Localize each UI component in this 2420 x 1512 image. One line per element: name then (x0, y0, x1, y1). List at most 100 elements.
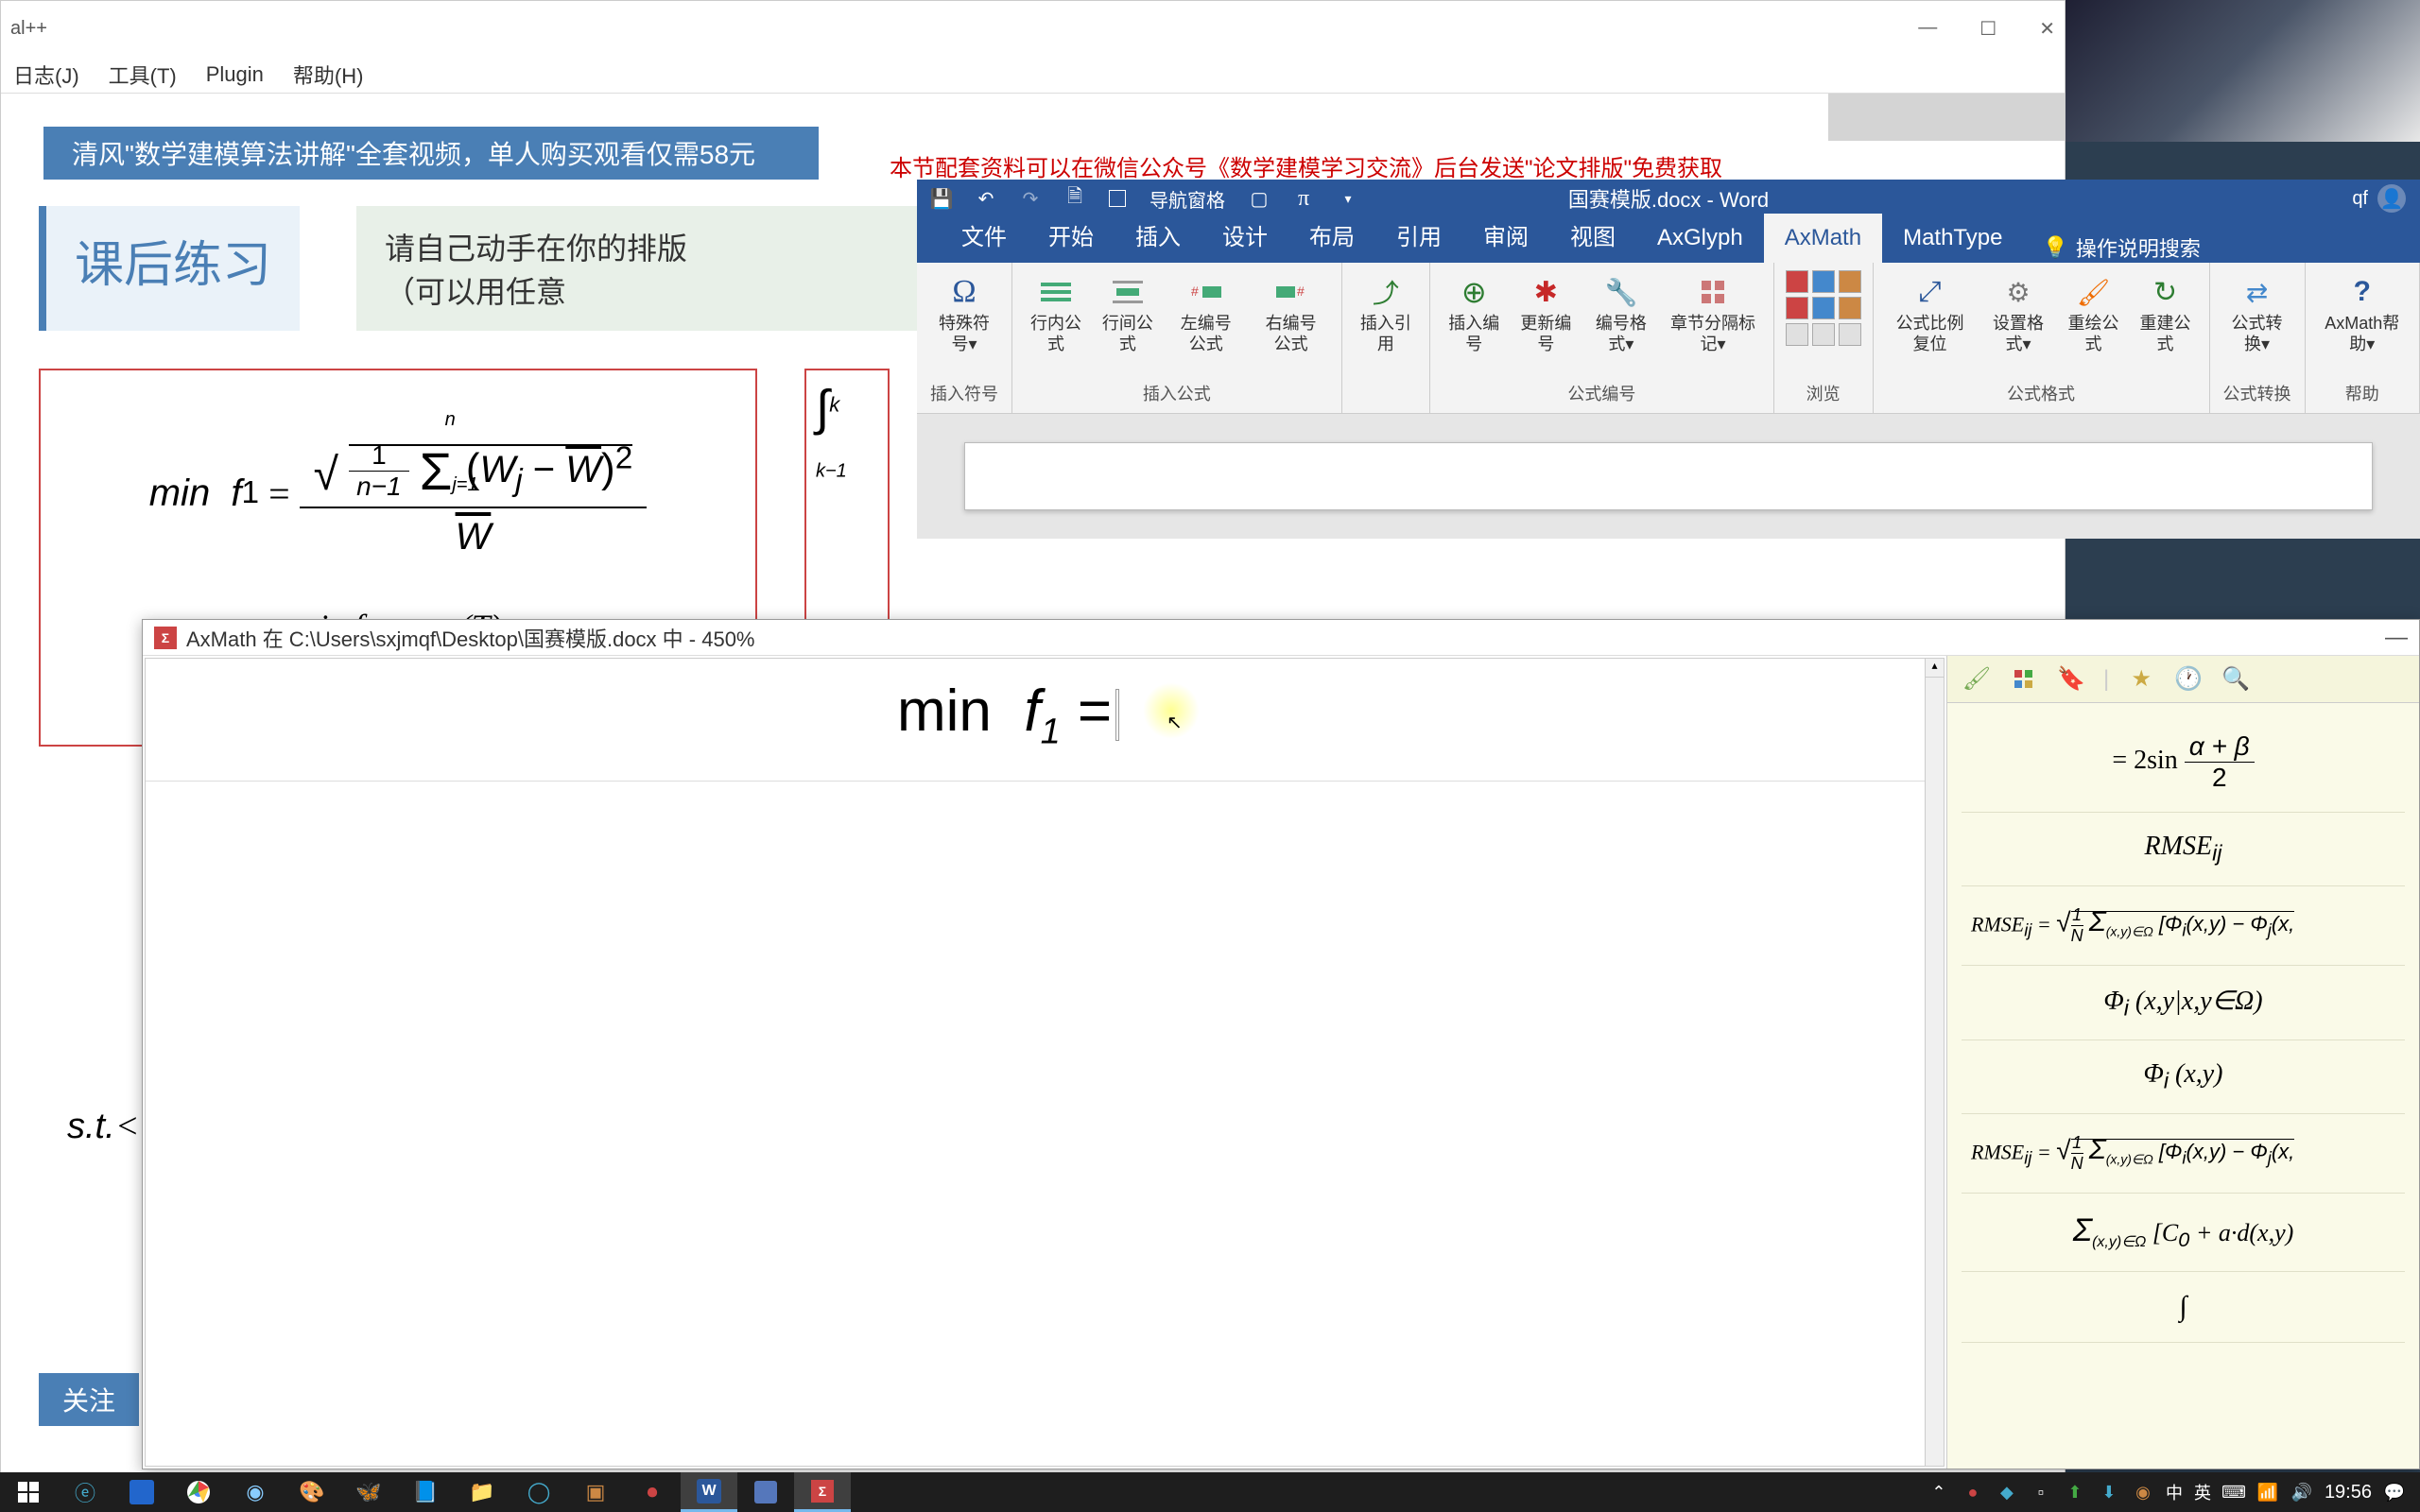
nav-btn-5[interactable] (1812, 297, 1835, 319)
nav-btn-9[interactable] (1839, 323, 1861, 346)
update-number-button[interactable]: ✱ 更新编号 (1513, 270, 1578, 358)
record-icon[interactable]: ⏺ (624, 1472, 681, 1512)
menu-tools[interactable]: 工具(T) (101, 57, 184, 93)
app-icon-8[interactable]: 📘 (397, 1472, 454, 1512)
tab-axglyph[interactable]: AxGlyph (1636, 214, 1764, 263)
ime-lang-1[interactable]: 中 (2166, 1480, 2183, 1504)
paint-icon[interactable]: 🎨 (284, 1472, 340, 1512)
user-avatar-icon[interactable]: 👤 (2377, 184, 2406, 213)
clock[interactable]: 19:56 (2325, 1482, 2372, 1503)
app-icon-5[interactable]: ◉ (227, 1472, 284, 1512)
search-tool-icon[interactable]: 🔍 (2221, 664, 2251, 695)
history-item[interactable]: Σ(x,y)∈Ω [C0 + a·d(x,y) (1962, 1194, 2405, 1272)
minimize-icon[interactable]: — (2385, 625, 2408, 651)
nav-btn-6[interactable] (1839, 297, 1861, 319)
minimize-icon[interactable]: — (1918, 17, 1937, 41)
history-item[interactable]: RMSEij (1962, 813, 2405, 886)
maximize-icon[interactable]: ☐ (1979, 17, 1996, 41)
reset-scale-button[interactable]: ⤢ 公式比例复位 (1885, 270, 1976, 358)
history-item[interactable]: = 2sin α + β2 (1962, 713, 2405, 813)
presentation-titlebar[interactable]: al++ — ☐ ✕ (1, 1, 2065, 56)
tray-icon-5[interactable]: ⬇ (2098, 1481, 2120, 1503)
tray-up-icon[interactable]: ⌃ (1927, 1481, 1950, 1503)
save-icon[interactable]: 💾 (931, 188, 952, 209)
editor-scrollbar[interactable]: ▴ (1925, 659, 1944, 1466)
tray-icon-6[interactable]: ◉ (2132, 1481, 2154, 1503)
app-blue-icon[interactable] (113, 1472, 170, 1512)
brush-tool-icon[interactable]: 🖌 (1962, 664, 1992, 695)
tab-design[interactable]: 设计 (1201, 207, 1288, 263)
nav-btn-8[interactable] (1812, 323, 1835, 346)
tray-icon-2[interactable]: ◆ (1996, 1481, 2018, 1503)
redraw-button[interactable]: 🖌 重绘公式 (2062, 270, 2126, 358)
follow-tag[interactable]: 关注 (39, 1373, 139, 1426)
insert-number-button[interactable]: ⊕ 插入编号 (1442, 270, 1506, 358)
tab-layout[interactable]: 布局 (1288, 207, 1375, 263)
tab-file[interactable]: 文件 (941, 207, 1028, 263)
scroll-up-icon[interactable]: ▴ (1926, 659, 1944, 678)
tab-mathtype[interactable]: MathType (1882, 214, 2023, 263)
axmath-taskbar-icon[interactable]: Σ (794, 1472, 851, 1512)
nav-arrows-grid[interactable] (1786, 270, 1861, 346)
special-symbol-button[interactable]: Ω 特殊符号▾ (928, 270, 1000, 358)
app-icon-14[interactable] (737, 1472, 794, 1512)
grid-tool-icon[interactable] (2009, 664, 2039, 695)
doc-icon[interactable]: 🗎 (1064, 188, 1085, 209)
tab-home[interactable]: 开始 (1028, 207, 1115, 263)
insert-ref-button[interactable]: ⤴ 插入引用 (1354, 270, 1419, 358)
display-formula-button[interactable]: 行间公式 (1096, 270, 1160, 358)
word-page[interactable] (964, 442, 2373, 510)
app-icon-7[interactable]: 🦋 (340, 1472, 397, 1512)
nav-btn-3[interactable] (1839, 270, 1861, 293)
help-button[interactable]: ? AxMath帮助▾ (2317, 270, 2408, 358)
dropdown-icon[interactable]: ▾ (1338, 188, 1358, 209)
volume-icon[interactable]: 🔊 (2290, 1481, 2313, 1503)
ime-lang-2[interactable]: 英 (2194, 1480, 2211, 1504)
nav-checkbox[interactable] (1109, 190, 1126, 207)
tab-insert[interactable]: 插入 (1115, 207, 1201, 263)
tray-icon-1[interactable]: ● (1962, 1481, 1984, 1503)
history-item[interactable]: RMSEij = √1N Σ(x,y)∈Ω [Φi(x,y) − Φj(x, (1962, 1114, 2405, 1194)
history-item[interactable]: Φi (x,y|x,y∈Ω) (1962, 966, 2405, 1041)
tray-icon-3[interactable]: ▫ (2030, 1481, 2052, 1503)
history-item[interactable]: ∫ (1962, 1272, 2405, 1343)
menu-plugin[interactable]: Plugin (199, 60, 271, 90)
star-tool-icon[interactable]: ★ (2126, 664, 2156, 695)
number-format-button[interactable]: 🔧 编号格式▾ (1585, 270, 1656, 358)
close-icon[interactable]: ✕ (2039, 17, 2055, 41)
word-taskbar-icon[interactable]: W (681, 1472, 737, 1512)
chrome-icon[interactable] (170, 1472, 227, 1512)
explorer-icon[interactable]: 📁 (454, 1472, 510, 1512)
tab-axmath[interactable]: AxMath (1764, 214, 1882, 263)
app-icon-11[interactable]: ▣ (567, 1472, 624, 1512)
nav-btn-1[interactable] (1786, 270, 1808, 293)
word-document-area[interactable] (917, 414, 2420, 539)
notification-icon[interactable]: 💬 (2383, 1481, 2406, 1503)
tab-view[interactable]: 视图 (1549, 207, 1636, 263)
redo-icon[interactable]: ↷ (1020, 188, 1041, 209)
clock-tool-icon[interactable]: 🕐 (2173, 664, 2204, 695)
wifi-icon[interactable]: 📶 (2256, 1481, 2279, 1503)
tray-icon-4[interactable]: ⬆ (2064, 1481, 2086, 1503)
section-break-button[interactable]: 章节分隔标记▾ (1664, 270, 1761, 358)
page-icon[interactable]: ▢ (1249, 188, 1270, 209)
tab-review[interactable]: 审阅 (1462, 207, 1549, 263)
start-button[interactable] (0, 1472, 57, 1512)
right-number-formula-button[interactable]: # 右编号公式 (1253, 270, 1330, 358)
nav-btn-4[interactable] (1786, 297, 1808, 319)
axmath-titlebar[interactable]: Σ AxMath 在 C:\Users\sxjmqf\Desktop\国赛模版.… (143, 620, 2419, 656)
nav-btn-7[interactable] (1786, 323, 1808, 346)
tab-references[interactable]: 引用 (1375, 207, 1462, 263)
nav-btn-2[interactable] (1812, 270, 1835, 293)
set-format-button[interactable]: ⚙ 设置格式▾ (1983, 270, 2054, 358)
tag-tool-icon[interactable]: 🔖 (2056, 664, 2086, 695)
inline-formula-button[interactable]: 行内公式 (1024, 270, 1088, 358)
ie-icon[interactable]: ⓔ (57, 1472, 113, 1512)
axmath-editor-area[interactable]: ↖ min f1 = ▴ (145, 658, 1945, 1467)
rebuild-button[interactable]: ↻ 重建公式 (2134, 270, 2198, 358)
tell-me-search[interactable]: 💡 操作说明搜索 (2042, 232, 2200, 263)
keyboard-icon[interactable]: ⌨ (2222, 1481, 2245, 1503)
history-item[interactable]: RMSEij = √1N Σ(x,y)∈Ω [Φi(x,y) − Φj(x, (1962, 886, 2405, 966)
menu-help[interactable]: 帮助(H) (285, 57, 372, 93)
axmath-equation-input[interactable]: ↖ min f1 = (146, 659, 1944, 782)
